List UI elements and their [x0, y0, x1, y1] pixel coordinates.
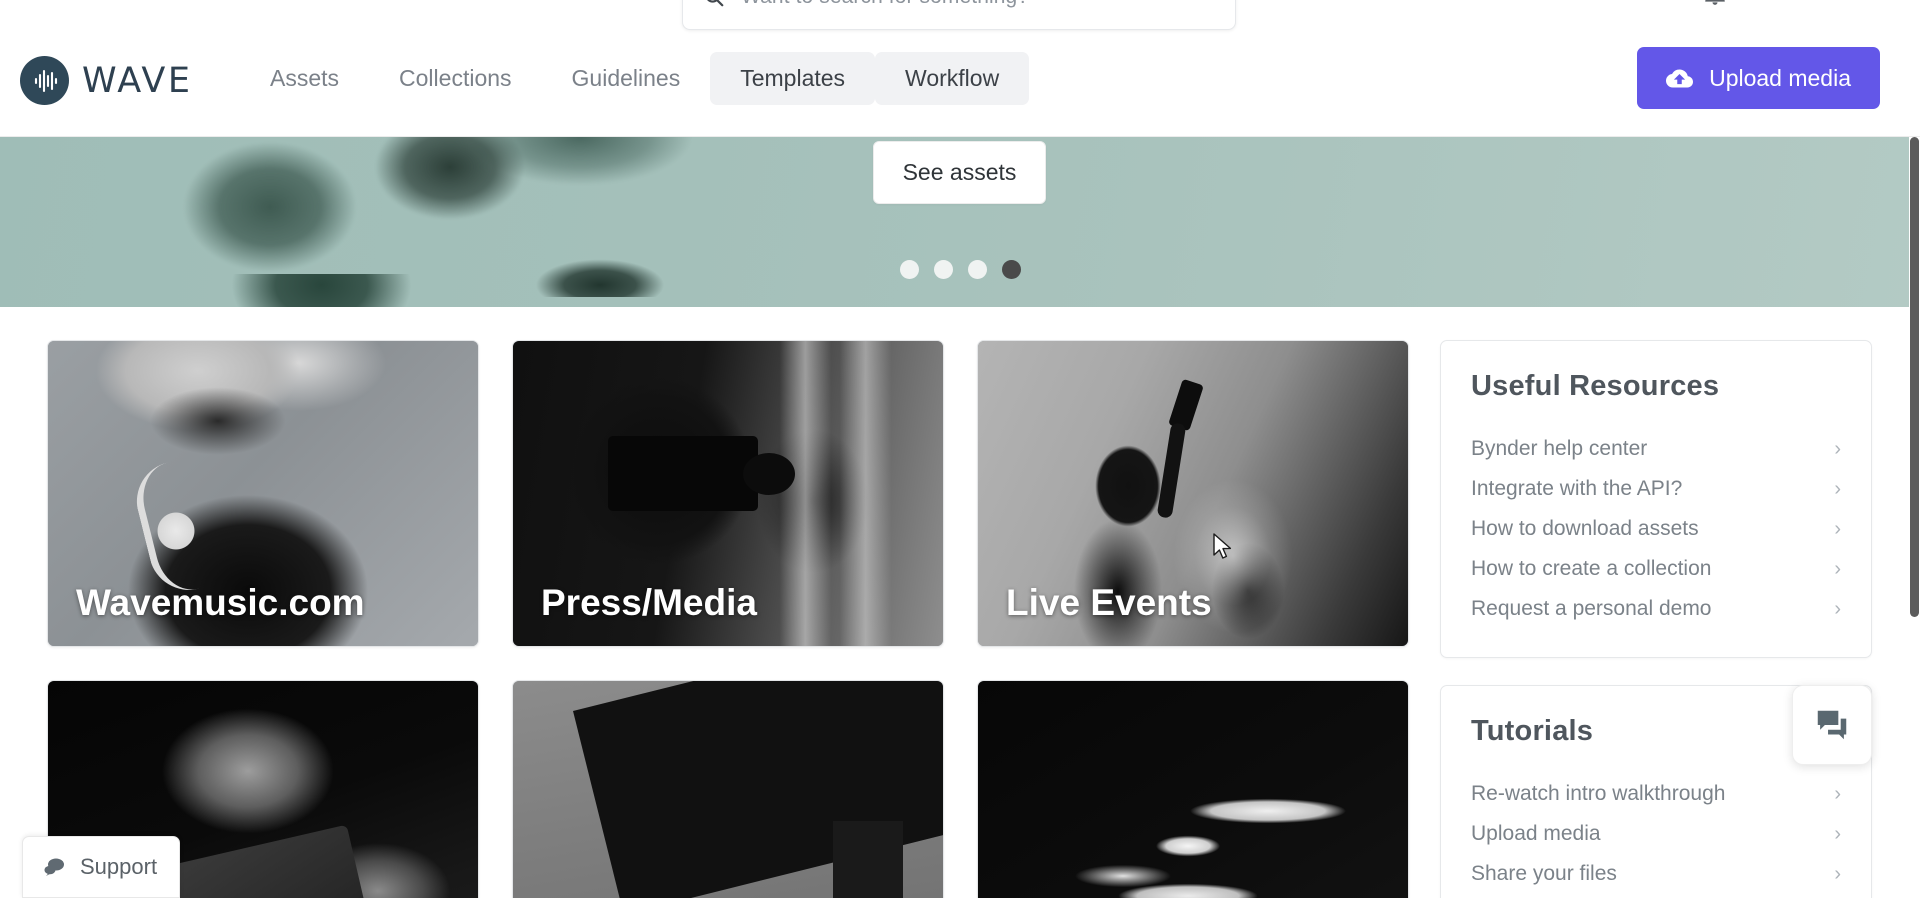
- support-label: Support: [80, 854, 158, 879]
- cloud-upload-icon: [1666, 65, 1694, 92]
- carousel-dot-2[interactable]: [933, 260, 953, 279]
- see-assets-button[interactable]: See assets: [873, 141, 1046, 204]
- panel-link-label: Upload media: [1471, 822, 1601, 845]
- panel-link[interactable]: Re-watch intro walkthrough ›: [1471, 774, 1841, 814]
- chevron-right-icon: ›: [1834, 438, 1841, 460]
- sidebar-panels: Useful Resources Bynder help center › Integ…: [1440, 340, 1872, 898]
- chevron-right-icon: ›: [1834, 823, 1841, 845]
- main-navigation: Assets Collections Guidelines Templates Work…: [240, 52, 1030, 105]
- upload-media-button[interactable]: Upload media: [1637, 47, 1880, 109]
- search-icon: [703, 0, 725, 8]
- panel-link-label: How to download assets: [1471, 517, 1699, 540]
- panel-link[interactable]: How to create a collection ›: [1471, 549, 1841, 589]
- chevron-right-icon: ›: [1834, 518, 1841, 540]
- user-name-label[interactable]: Sarah Jonas: [1762, 0, 1880, 6]
- page-root: See assets Wavemusic.com Press/Media Live …: [0, 0, 1920, 898]
- asset-tile-label: Wavemusic.com: [76, 582, 365, 623]
- global-search-bar[interactable]: Want to search for something?: [682, 0, 1236, 30]
- bell-icon[interactable]: [1702, 0, 1728, 7]
- user-area: Sarah Jonas: [1702, 0, 1880, 16]
- chevron-right-icon: ›: [1834, 558, 1841, 580]
- upload-media-label: Upload media: [1709, 64, 1851, 91]
- billboard-screen-photo: [513, 681, 943, 898]
- nav-item-collections[interactable]: Collections: [369, 52, 542, 105]
- chat-bubbles-icon: [43, 855, 67, 879]
- panel-link-label: Bynder help center: [1471, 437, 1648, 460]
- asset-tile-grid: Wavemusic.com Press/Media Live Events: [47, 340, 1417, 898]
- nav-item-workflow[interactable]: Workflow: [875, 52, 1030, 105]
- chevron-right-icon: ›: [1834, 478, 1841, 500]
- nav-item-guidelines[interactable]: Guidelines: [542, 52, 711, 105]
- main-content: Wavemusic.com Press/Media Live Events Usef…: [0, 307, 1920, 898]
- panel-link[interactable]: Bynder help center ›: [1471, 429, 1841, 469]
- search-input-placeholder[interactable]: Want to search for something?: [741, 0, 1029, 9]
- asset-tile[interactable]: [977, 680, 1409, 898]
- chevron-right-icon: ›: [1834, 863, 1841, 885]
- panel-link[interactable]: Upload media ›: [1471, 814, 1841, 854]
- panel-title: Useful Resources: [1471, 370, 1720, 402]
- wave-circle-logo-icon: [20, 56, 69, 105]
- carousel-dot-3[interactable]: [967, 260, 987, 279]
- nav-item-assets[interactable]: Assets: [240, 52, 369, 105]
- chat-launcher-button[interactable]: [1792, 685, 1872, 765]
- brand-logo[interactable]: WAVE: [20, 56, 192, 105]
- page-scrollbar-thumb[interactable]: [1910, 137, 1919, 617]
- carousel-dots: [0, 260, 1920, 279]
- panel-useful-resources: Useful Resources Bynder help center › Integ…: [1440, 340, 1872, 658]
- carousel-dot-1[interactable]: [899, 260, 919, 279]
- asset-tile[interactable]: [512, 680, 944, 898]
- panel-link-label: Share your files: [1471, 862, 1617, 885]
- panel-link-label: Request a personal demo: [1471, 597, 1712, 620]
- asset-tile[interactable]: Press/Media: [512, 340, 944, 647]
- panel-link-label: How to create a collection: [1471, 557, 1712, 580]
- chat-window-icon: [1813, 706, 1851, 744]
- page-scrollbar-track[interactable]: [1909, 137, 1920, 898]
- panel-link[interactable]: Integrate with the API? ›: [1471, 469, 1841, 509]
- panel-link[interactable]: Request a personal demo ›: [1471, 589, 1841, 629]
- carousel-dot-4[interactable]: [1001, 260, 1021, 279]
- panel-link-label: Re-watch intro walkthrough: [1471, 782, 1726, 805]
- chevron-right-icon: ›: [1834, 783, 1841, 805]
- asset-tile-label: Press/Media: [541, 582, 757, 623]
- chevron-right-icon: ›: [1834, 598, 1841, 620]
- panel-link[interactable]: Share your files ›: [1471, 854, 1841, 894]
- nav-item-templates[interactable]: Templates: [710, 52, 876, 105]
- panel-link-label: Integrate with the API?: [1471, 477, 1683, 500]
- asset-tile[interactable]: Wavemusic.com: [47, 340, 479, 647]
- brand-name: WAVE: [82, 60, 193, 101]
- panel-link[interactable]: How to download assets ›: [1471, 509, 1841, 549]
- neon-tubes-photo: [978, 681, 1408, 898]
- asset-tile[interactable]: Live Events: [977, 340, 1409, 647]
- asset-tile-label: Live Events: [1006, 582, 1212, 623]
- support-widget-button[interactable]: Support: [22, 836, 180, 898]
- panel-title: Tutorials: [1471, 715, 1594, 747]
